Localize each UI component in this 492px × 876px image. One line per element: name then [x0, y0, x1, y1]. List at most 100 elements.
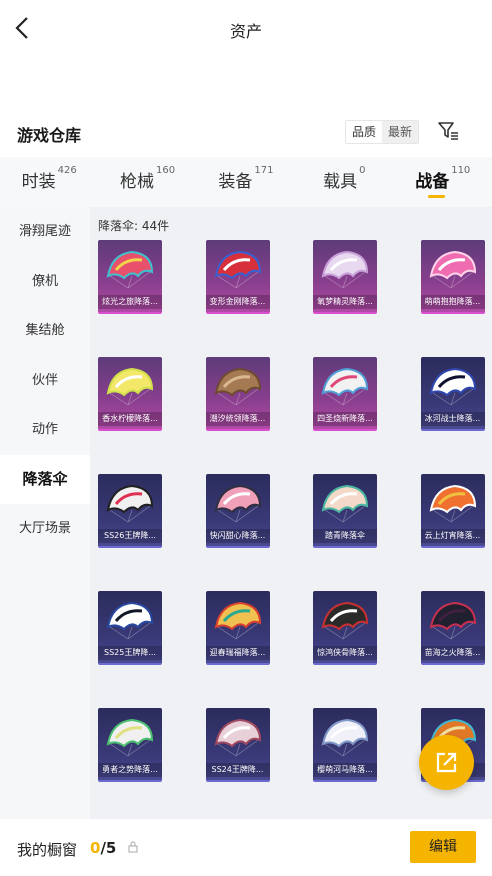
tab-guns[interactable]: 枪械160 — [98, 157, 196, 207]
item-grid-area: 降落伞: 44件 炫光之旅降落... 变形金刚降落... 氧梦精灵降落... 萌萌抱抱… — [90, 207, 492, 819]
tab-label: 战备 — [415, 172, 450, 192]
parachute-item[interactable]: SS26王牌降... — [98, 474, 162, 548]
item-name: 炫光之旅降落... — [98, 295, 162, 309]
sidebar-item-glide-trail[interactable]: 滑翔尾迹 — [0, 207, 90, 257]
parachute-image — [321, 484, 369, 523]
parachute-image — [321, 250, 369, 289]
item-name: 变形金刚降落... — [205, 295, 270, 309]
edit-button[interactable]: 编辑 — [410, 831, 476, 863]
lock-icon — [128, 841, 138, 853]
parachute-item[interactable]: 惊鸿侠骨降落... — [313, 591, 377, 665]
grid-count-label: 降落伞: 44件 — [98, 219, 170, 233]
parachute-item[interactable]: 勇者之势降落... — [98, 708, 162, 782]
external-link-icon — [436, 752, 457, 773]
parachute-item[interactable]: SS25王牌降... — [98, 591, 162, 665]
showcase-footer: 我的橱窗 0/5 编辑 — [0, 819, 492, 876]
tab-fashion[interactable]: 时装426 — [0, 157, 98, 207]
sidebar-item-lobby-scene[interactable]: 大厅场景 — [0, 504, 90, 554]
parachute-image — [214, 718, 261, 757]
parachute-item[interactable]: 快闪甜心降落... — [205, 474, 270, 548]
tab-count: 0 — [359, 164, 366, 176]
item-name: 萌萌抱抱降落... — [420, 295, 485, 309]
parachute-item[interactable]: 云上灯宵降落... — [420, 474, 485, 548]
tab-count: 426 — [57, 164, 77, 176]
sort-newest[interactable]: 最新 — [382, 121, 419, 143]
parachute-image — [214, 367, 261, 406]
filter-button[interactable] — [437, 120, 459, 142]
item-name: 踏青降落伞 — [313, 529, 377, 543]
item-name: 勇者之势降落... — [98, 763, 162, 777]
parachute-image — [321, 718, 369, 757]
parachute-item[interactable]: 冰河战士降落... — [420, 357, 485, 431]
category-tabs: 时装426 枪械160 装备171 载具0 战备110 — [0, 157, 492, 207]
sidebar-item-emote[interactable]: 动作 — [0, 405, 90, 455]
item-name: 冰河战士降落... — [420, 412, 485, 426]
tab-equipment[interactable]: 装备171 — [197, 157, 295, 207]
parachute-item[interactable]: 潮汐统领降落... — [205, 357, 270, 431]
tab-count: 110 — [451, 164, 471, 176]
item-name: SS25王牌降... — [98, 646, 162, 660]
showcase-current: 0 — [90, 839, 101, 857]
tab-underline — [427, 195, 445, 198]
warehouse-title: 游戏仓库 — [17, 126, 82, 145]
parachute-image — [106, 484, 154, 523]
sidebar: 滑翔尾迹 僚机 集结舱 伙伴 动作 降落伞 大厅场景 — [0, 207, 90, 819]
tab-label: 时装 — [21, 172, 56, 192]
tab-vehicles[interactable]: 载具0 — [295, 157, 393, 207]
sidebar-item-wingman[interactable]: 僚机 — [0, 257, 90, 307]
parachute-image — [214, 250, 261, 289]
share-button[interactable] — [419, 735, 474, 790]
tab-count: 171 — [254, 164, 274, 176]
sidebar-item-pod[interactable]: 集结舱 — [0, 306, 90, 356]
parachute-image — [106, 601, 154, 640]
showcase-total: /5 — [100, 839, 117, 857]
item-name: 惊鸿侠骨降落... — [313, 646, 377, 660]
parachute-item[interactable]: 迎春瑞福降落... — [205, 591, 270, 665]
item-name: 迎春瑞福降落... — [205, 646, 270, 660]
showcase-count: 0/5 — [90, 839, 116, 857]
item-name: 潮汐统领降落... — [205, 412, 270, 426]
sort-toggle: 品质 最新 — [345, 120, 420, 144]
parachute-image — [429, 250, 476, 289]
item-name: 苗海之火降落... — [420, 646, 485, 660]
item-name: 氧梦精灵降落... — [313, 295, 377, 309]
item-name: SS26王牌降... — [98, 529, 162, 543]
assets-page: 资产 游戏仓库 品质 最新 时装426 枪械160 装备171 载具0 战备11… — [0, 0, 492, 876]
parachute-image — [106, 250, 154, 289]
filter-icon — [438, 122, 458, 140]
tab-label: 枪械 — [120, 172, 155, 192]
tab-label: 载具 — [323, 172, 358, 192]
parachute-image — [321, 601, 369, 640]
parachute-image — [429, 484, 476, 523]
tab-count: 160 — [156, 164, 176, 176]
page-title: 资产 — [229, 22, 262, 41]
parachute-item[interactable]: 萌萌抱抱降落... — [420, 240, 485, 314]
parachute-image — [214, 601, 261, 640]
parachute-item[interactable]: 变形金刚降落... — [205, 240, 270, 314]
top-bar: 资产 — [0, 0, 492, 58]
sidebar-item-parachute[interactable]: 降落伞 — [0, 454, 90, 504]
parachute-item[interactable]: 樱萌河马降落... — [313, 708, 377, 782]
parachute-image — [321, 367, 369, 406]
parachute-item[interactable]: 香水柠檬降落... — [98, 357, 162, 431]
parachute-image — [429, 601, 476, 640]
item-name: 快闪甜心降落... — [205, 529, 270, 543]
parachute-item[interactable]: SS24王牌降... — [205, 708, 270, 782]
parachute-image — [106, 367, 154, 406]
parachute-image — [214, 484, 261, 523]
parachute-item[interactable]: 踏青降落伞 — [313, 474, 377, 548]
sidebar-item-partner[interactable]: 伙伴 — [0, 356, 90, 406]
parachute-item[interactable]: 苗海之火降落... — [420, 591, 485, 665]
item-name: SS24王牌降... — [205, 763, 270, 777]
showcase-label: 我的橱窗 — [17, 841, 78, 859]
parachute-item[interactable]: 氧梦精灵降落... — [313, 240, 377, 314]
parachute-image — [429, 367, 476, 406]
tab-battle-prep[interactable]: 战备110 — [394, 157, 492, 207]
item-name: 樱萌河马降落... — [313, 763, 377, 777]
tab-label: 装备 — [218, 172, 253, 192]
item-name: 云上灯宵降落... — [420, 529, 485, 543]
item-name: 香水柠檬降落... — [98, 412, 162, 426]
parachute-item[interactable]: 四圣烧新降落... — [313, 357, 377, 431]
sort-quality[interactable]: 品质 — [346, 121, 383, 143]
parachute-item[interactable]: 炫光之旅降落... — [98, 240, 162, 314]
